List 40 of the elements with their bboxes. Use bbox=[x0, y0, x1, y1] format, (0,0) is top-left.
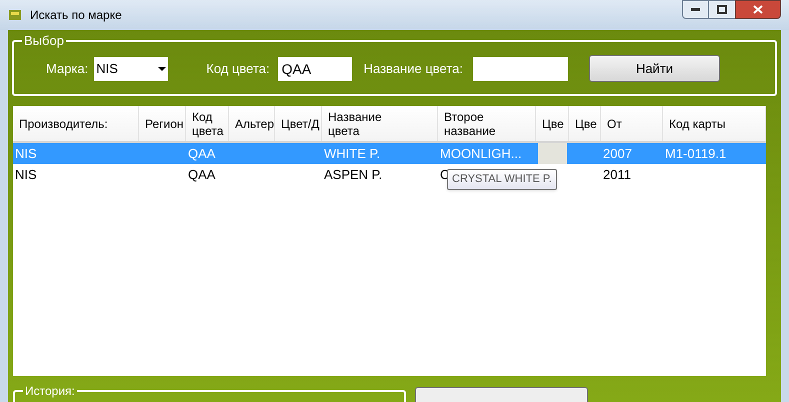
column-header[interactable]: Код цвета bbox=[186, 106, 229, 141]
brand-dropdown[interactable]: NIS bbox=[94, 56, 168, 80]
group-title: История: bbox=[24, 385, 76, 397]
column-header[interactable]: Код карты bbox=[663, 106, 766, 141]
color-name-label: Название цвета: bbox=[364, 60, 463, 78]
table-cell-text: QAA bbox=[188, 166, 216, 184]
color-code-label: Код цвета: bbox=[206, 60, 270, 78]
find-button[interactable]: Найти bbox=[589, 55, 720, 82]
table-cell-text: 2011 bbox=[603, 166, 631, 184]
maximize-button[interactable] bbox=[709, 0, 735, 19]
group-title: Выбор bbox=[23, 34, 65, 47]
column-header[interactable]: От bbox=[601, 106, 663, 141]
table-cell-text: WHITE P. bbox=[324, 144, 380, 163]
color-name-field[interactable] bbox=[473, 56, 568, 80]
column-header[interactable]: Регион bbox=[139, 106, 186, 141]
column-header[interactable]: Цве bbox=[569, 106, 601, 141]
table-cell-text: QAA bbox=[188, 144, 216, 163]
table-cell-text: 2007 bbox=[603, 144, 632, 163]
column-header[interactable]: Цве bbox=[536, 106, 569, 141]
window-title: Искать по марке bbox=[30, 7, 122, 24]
table-cell-text: NIS bbox=[15, 144, 37, 163]
minimize-button[interactable] bbox=[682, 0, 709, 19]
column-header[interactable]: Альтер bbox=[229, 106, 275, 141]
tooltip: CRYSTAL WHITE P. bbox=[447, 169, 557, 190]
app-icon bbox=[8, 8, 22, 22]
close-icon bbox=[753, 5, 763, 14]
color-code-field[interactable]: QAA bbox=[278, 56, 352, 80]
maximize-icon bbox=[717, 5, 727, 14]
table-cell-text: M1-0119.1 bbox=[665, 144, 726, 163]
column-header[interactable]: Цвет/Д bbox=[275, 106, 322, 141]
column-header[interactable]: Название цвета bbox=[322, 106, 438, 141]
table-cell-text: MOONLIGH... bbox=[440, 144, 522, 163]
minimize-icon bbox=[691, 8, 700, 12]
brand-label: Марка: bbox=[46, 60, 88, 78]
caret-icon bbox=[158, 66, 166, 70]
column-header[interactable]: Производитель: bbox=[13, 106, 139, 141]
table-cell-text: NIS bbox=[15, 166, 37, 184]
column-header[interactable]: Второе название bbox=[438, 106, 536, 141]
table-cell-text: ASPEN P. bbox=[324, 166, 382, 184]
close-button[interactable] bbox=[735, 0, 781, 19]
